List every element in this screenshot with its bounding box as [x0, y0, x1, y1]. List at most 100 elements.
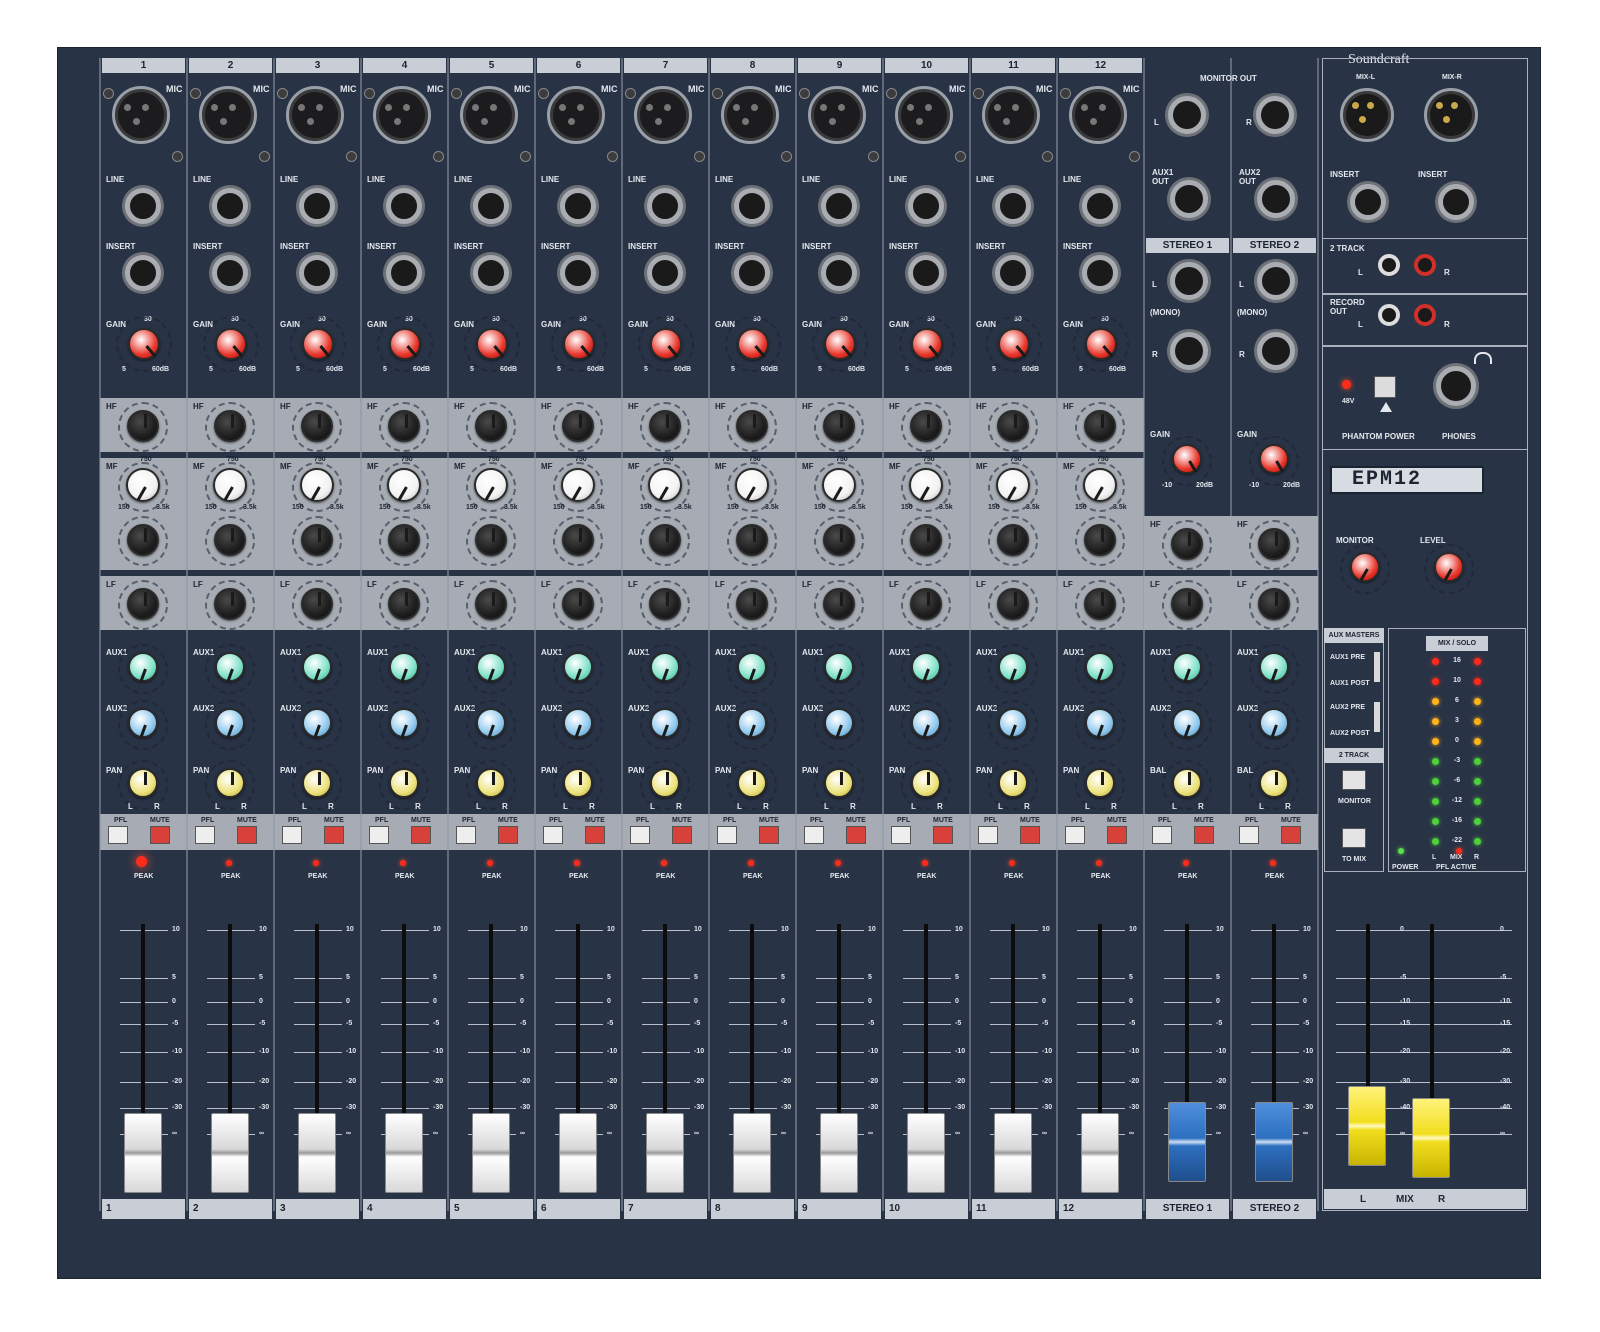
mic-input-xlr[interactable] — [721, 86, 779, 144]
pfl-button[interactable] — [717, 826, 737, 844]
gain-knob[interactable] — [650, 328, 682, 360]
hf-knob[interactable] — [1084, 410, 1116, 442]
lf-knob[interactable] — [997, 588, 1029, 620]
aux2-knob[interactable] — [911, 708, 941, 738]
lf-knob[interactable] — [214, 588, 246, 620]
insert-jack[interactable] — [299, 255, 335, 291]
pan-knob[interactable] — [998, 768, 1028, 798]
pfl-button[interactable] — [108, 826, 128, 844]
fader-cap[interactable] — [211, 1113, 249, 1193]
mute-button[interactable] — [150, 826, 170, 844]
hf-knob[interactable] — [301, 410, 333, 442]
mf-frequency-knob[interactable] — [474, 468, 508, 502]
mix-l-xlr-output[interactable] — [1340, 88, 1394, 142]
mic-input-xlr[interactable] — [373, 86, 431, 144]
line-input-jack[interactable] — [734, 188, 770, 224]
line-input-jack[interactable] — [560, 188, 596, 224]
mf-gain-knob[interactable] — [475, 524, 507, 556]
mute-button[interactable] — [324, 826, 344, 844]
mf-gain-knob[interactable] — [214, 524, 246, 556]
mf-frequency-knob[interactable] — [1083, 468, 1117, 502]
aux1-knob[interactable] — [389, 652, 419, 682]
pan-knob[interactable] — [302, 768, 332, 798]
mic-input-xlr[interactable] — [547, 86, 605, 144]
fader-cap[interactable] — [472, 1113, 510, 1193]
stereo-hf-knob[interactable] — [1258, 528, 1290, 560]
line-input-jack[interactable] — [995, 188, 1031, 224]
lf-knob[interactable] — [127, 588, 159, 620]
pfl-button[interactable] — [891, 826, 911, 844]
gain-knob[interactable] — [476, 328, 508, 360]
aux2-knob[interactable] — [1085, 708, 1115, 738]
mf-gain-knob[interactable] — [562, 524, 594, 556]
pan-knob[interactable] — [911, 768, 941, 798]
insert-jack[interactable] — [821, 255, 857, 291]
mf-frequency-knob[interactable] — [648, 468, 682, 502]
pan-knob[interactable] — [824, 768, 854, 798]
insert-jack[interactable] — [560, 255, 596, 291]
aux1-knob[interactable] — [1085, 652, 1115, 682]
aux1-knob[interactable] — [911, 652, 941, 682]
insert-jack[interactable] — [1082, 255, 1118, 291]
insert-jack[interactable] — [212, 255, 248, 291]
two-track-rca-l[interactable] — [1378, 254, 1400, 276]
aux2-knob[interactable] — [563, 708, 593, 738]
line-input-jack[interactable] — [821, 188, 857, 224]
line-input-jack[interactable] — [473, 188, 509, 224]
mf-frequency-knob[interactable] — [735, 468, 769, 502]
lf-knob[interactable] — [649, 588, 681, 620]
line-input-jack[interactable] — [908, 188, 944, 224]
insert-jack[interactable] — [647, 255, 683, 291]
two-track-monitor-button[interactable] — [1342, 770, 1366, 790]
hf-knob[interactable] — [388, 410, 420, 442]
mf-frequency-knob[interactable] — [996, 468, 1030, 502]
mic-input-xlr[interactable] — [808, 86, 866, 144]
gain-knob[interactable] — [563, 328, 595, 360]
mix-l-insert-jack[interactable] — [1350, 184, 1386, 220]
insert-jack[interactable] — [125, 255, 161, 291]
aux2-knob[interactable] — [302, 708, 332, 738]
hf-knob[interactable] — [214, 410, 246, 442]
aux1-knob[interactable] — [215, 652, 245, 682]
gain-knob[interactable] — [389, 328, 421, 360]
mix-r-xlr-output[interactable] — [1424, 88, 1478, 142]
hf-knob[interactable] — [475, 410, 507, 442]
two-track-rca-r[interactable] — [1414, 254, 1436, 276]
stereo-r-jack[interactable] — [1257, 332, 1295, 370]
mf-frequency-knob[interactable] — [561, 468, 595, 502]
phantom-power-button[interactable] — [1374, 376, 1396, 398]
stereo-l-jack[interactable] — [1257, 262, 1295, 300]
mf-gain-knob[interactable] — [301, 524, 333, 556]
line-input-jack[interactable] — [125, 188, 161, 224]
fader-cap[interactable] — [994, 1113, 1032, 1193]
aux1-knob[interactable] — [476, 652, 506, 682]
mix-l-fader-cap[interactable] — [1348, 1086, 1386, 1166]
aux2-knob[interactable] — [215, 708, 245, 738]
mf-gain-knob[interactable] — [388, 524, 420, 556]
stereo-pfl-button[interactable] — [1152, 826, 1172, 844]
mute-button[interactable] — [672, 826, 692, 844]
line-input-jack[interactable] — [212, 188, 248, 224]
pan-knob[interactable] — [1085, 768, 1115, 798]
fader-cap[interactable] — [559, 1113, 597, 1193]
lf-knob[interactable] — [910, 588, 942, 620]
stereo-aux1-knob[interactable] — [1172, 652, 1202, 682]
lf-knob[interactable] — [1084, 588, 1116, 620]
lf-knob[interactable] — [823, 588, 855, 620]
mute-button[interactable] — [498, 826, 518, 844]
mic-input-xlr[interactable] — [1069, 86, 1127, 144]
pfl-button[interactable] — [195, 826, 215, 844]
aux1-knob[interactable] — [302, 652, 332, 682]
stereo-mute-button[interactable] — [1281, 826, 1301, 844]
insert-jack[interactable] — [473, 255, 509, 291]
fader-cap[interactable] — [1081, 1113, 1119, 1193]
lf-knob[interactable] — [475, 588, 507, 620]
mf-gain-knob[interactable] — [997, 524, 1029, 556]
mute-button[interactable] — [759, 826, 779, 844]
record-out-rca-l[interactable] — [1378, 304, 1400, 326]
stereo-aux2-knob[interactable] — [1172, 708, 1202, 738]
record-out-rca-r[interactable] — [1414, 304, 1436, 326]
pfl-button[interactable] — [804, 826, 824, 844]
aux2-knob[interactable] — [476, 708, 506, 738]
mf-gain-knob[interactable] — [1084, 524, 1116, 556]
